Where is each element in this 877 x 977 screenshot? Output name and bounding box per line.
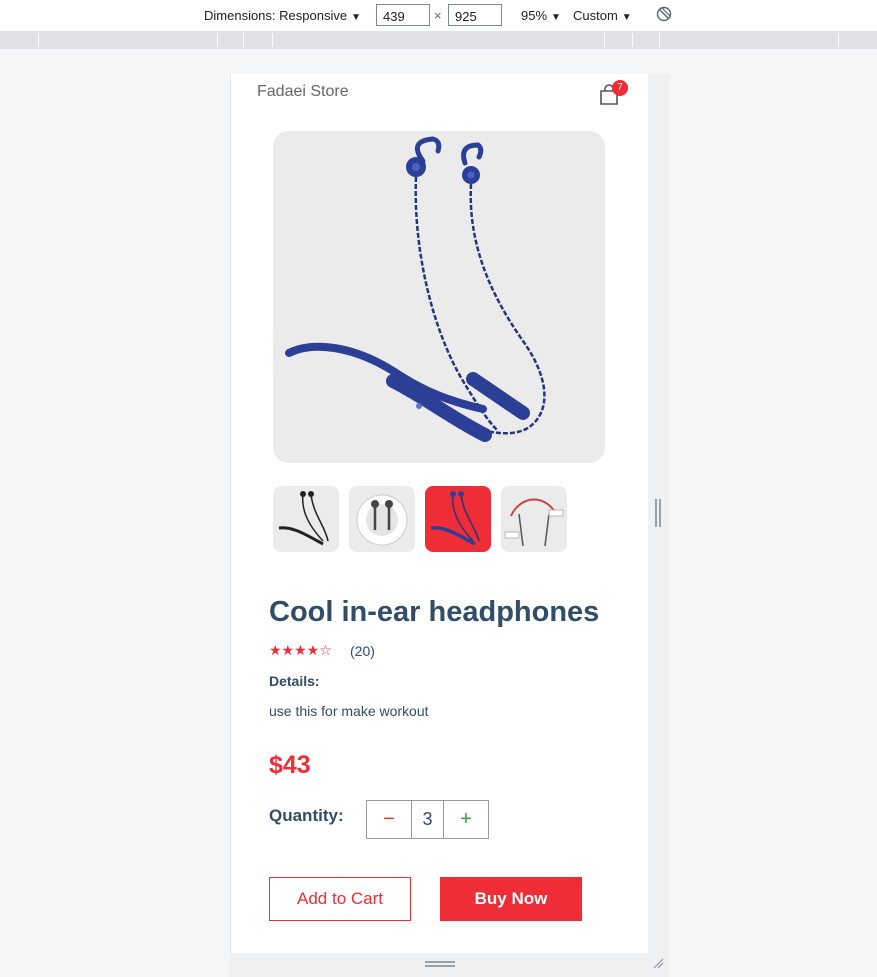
rotate-icon[interactable] [656, 6, 672, 22]
product-main-image [273, 131, 605, 463]
resize-handle-corner[interactable] [652, 957, 664, 969]
device-ruler [0, 31, 877, 49]
devtools-toolbar: Dimensions: Responsive▼ × 95%▼ Custom▼ [0, 0, 877, 31]
earphone-thumbnail-image [504, 498, 564, 547]
height-input[interactable] [448, 4, 502, 26]
chevron-down-icon: ▼ [621, 12, 632, 23]
cart-count-badge: 7 [612, 80, 628, 96]
earphone-thumbnail-image [278, 491, 329, 546]
earphone-thumbnail-image [356, 494, 408, 546]
times-label: × [434, 8, 442, 23]
product-title: Cool in-ear headphones [269, 596, 600, 628]
throttle-dropdown[interactable]: Custom ▼ [573, 8, 632, 23]
quantity-label: Quantity: [269, 806, 344, 825]
earphone-thumbnail-image [430, 491, 480, 546]
add-to-cart-button[interactable]: Add to Cart [269, 877, 411, 921]
store-logo[interactable]: Fadaei Store [257, 83, 349, 101]
thumbnail-4[interactable] [501, 486, 567, 552]
resize-handle-right[interactable] [655, 499, 661, 527]
width-input[interactable] [376, 4, 430, 26]
thumbnail-1[interactable] [273, 486, 339, 552]
zoom-dropdown[interactable]: 95% ▼ [521, 8, 561, 23]
thumbnail-2[interactable] [349, 486, 415, 552]
details-text: use this for make workout [269, 703, 429, 719]
product-price: $43 [269, 751, 311, 779]
dimensions-label: Dimensions: Responsive [204, 8, 348, 23]
buy-now-button[interactable]: Buy Now [440, 877, 582, 921]
decrease-quantity-button[interactable]: − [367, 801, 411, 838]
resize-handle-bottom[interactable] [425, 961, 455, 967]
increase-quantity-button[interactable]: + [444, 801, 488, 838]
chevron-down-icon: ▼ [351, 12, 361, 23]
rating-stars: ★★★★☆ [269, 642, 332, 658]
chevron-down-icon: ▼ [551, 12, 561, 23]
details-heading: Details: [269, 673, 320, 689]
review-count: (20) [350, 643, 375, 659]
throttle-label: Custom [573, 8, 618, 23]
dimensions-dropdown[interactable]: Dimensions: Responsive ▼ [204, 8, 361, 23]
zoom-label: 95% [521, 8, 548, 23]
quantity-stepper: − 3 + [366, 800, 489, 839]
thumbnail-3-selected[interactable] [425, 486, 491, 552]
quantity-value: 3 [411, 801, 444, 838]
earphone-image [285, 136, 546, 442]
